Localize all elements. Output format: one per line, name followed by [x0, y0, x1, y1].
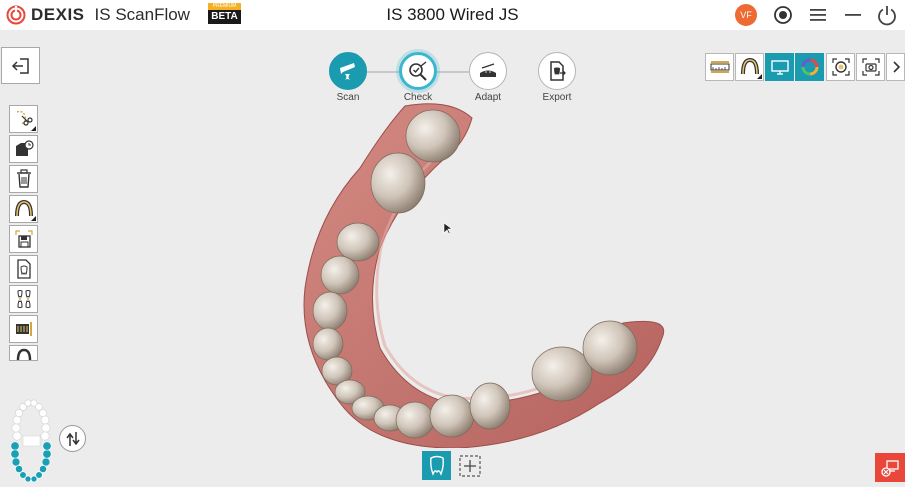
open-history-button[interactable]	[9, 135, 38, 163]
arch-partial-button[interactable]	[9, 345, 38, 361]
dexis-logo-icon	[6, 5, 26, 25]
workflow-step-adapt[interactable]: Adapt	[458, 52, 518, 103]
record-icon[interactable]	[772, 4, 794, 26]
scan-3d-view[interactable]	[290, 98, 670, 448]
submenu-indicator	[31, 216, 36, 221]
brand-name: DEXIS	[31, 5, 85, 24]
beta-label: BETA	[208, 10, 241, 24]
minimize-icon[interactable]	[842, 4, 864, 26]
save-scan-button[interactable]	[9, 225, 38, 253]
export-step-button[interactable]	[538, 52, 576, 90]
tooth-file-icon	[16, 259, 31, 279]
ruler-bar-button[interactable]	[9, 315, 38, 343]
bite-indicator	[22, 435, 41, 447]
camera-icon	[861, 58, 880, 76]
jaw-view-button[interactable]	[735, 53, 764, 81]
trash-icon	[16, 169, 31, 188]
beta-badge: PREMIUM BETA	[208, 3, 241, 24]
lower-arch	[10, 441, 52, 483]
export-icon	[550, 61, 566, 81]
adapt-icon	[480, 63, 496, 77]
delete-button[interactable]	[9, 165, 38, 193]
cursor	[443, 222, 453, 235]
tooth-mode-icon	[429, 455, 444, 476]
scanner-icon	[340, 63, 355, 80]
exit-button[interactable]	[1, 47, 40, 84]
workflow-step-export[interactable]: Export	[527, 52, 587, 103]
menu-icon[interactable]	[807, 4, 829, 26]
workflow-step-scan[interactable]: Scan	[318, 52, 378, 103]
title-bar: DEXIS IS ScanFlow PREMIUM BETA IS 3800 W…	[0, 0, 905, 30]
ruler-bar-icon	[15, 322, 32, 336]
adapt-step-button[interactable]	[469, 52, 507, 90]
submenu-indicator	[757, 74, 762, 79]
monitor-button[interactable]	[765, 53, 794, 81]
premium-label: PREMIUM	[208, 3, 241, 10]
submenu-indicator	[31, 126, 36, 131]
swap-arch-button[interactable]	[59, 425, 86, 452]
toolbar-expand-button[interactable]	[886, 53, 905, 81]
disconnected-device-icon	[881, 459, 899, 477]
color-mode-button[interactable]	[795, 53, 824, 81]
ruler-button[interactable]	[705, 53, 734, 81]
exit-icon	[11, 57, 29, 74]
add-icon	[458, 454, 481, 477]
power-icon[interactable]	[876, 4, 898, 26]
bite-button[interactable]	[9, 285, 38, 313]
upper-arch	[11, 399, 51, 441]
tooth-mode-button[interactable]	[422, 451, 451, 480]
jaw-select-button[interactable]	[9, 195, 38, 223]
check-magnifier-icon	[409, 61, 427, 81]
screenshot-button[interactable]	[856, 53, 885, 81]
add-button[interactable]	[455, 451, 484, 480]
open-history-icon	[15, 140, 34, 156]
trim-tool-button[interactable]	[9, 105, 38, 133]
ruler-icon	[710, 61, 729, 73]
monitor-icon	[770, 60, 789, 75]
bite-icon	[16, 290, 31, 308]
zoom-fit-button[interactable]	[826, 53, 855, 81]
app-name: IS ScanFlow	[94, 5, 190, 24]
app-logo: DEXIS IS ScanFlow	[6, 5, 190, 25]
check-step-button[interactable]	[399, 52, 437, 90]
scan-step-button[interactable]	[329, 52, 367, 90]
workflow-step-check[interactable]: Check	[388, 52, 448, 103]
swap-arrows-icon	[65, 431, 80, 446]
save-scan-icon	[14, 230, 33, 248]
arch-partial-icon	[16, 348, 31, 360]
user-avatar[interactable]: VF	[735, 4, 757, 26]
color-wheel-icon	[801, 58, 818, 76]
arch-selector[interactable]	[6, 396, 58, 484]
chevron-right-icon	[892, 61, 900, 73]
tooth-file-button[interactable]	[9, 255, 38, 283]
error-status-button[interactable]	[875, 453, 905, 482]
zoom-fit-icon	[831, 58, 850, 76]
